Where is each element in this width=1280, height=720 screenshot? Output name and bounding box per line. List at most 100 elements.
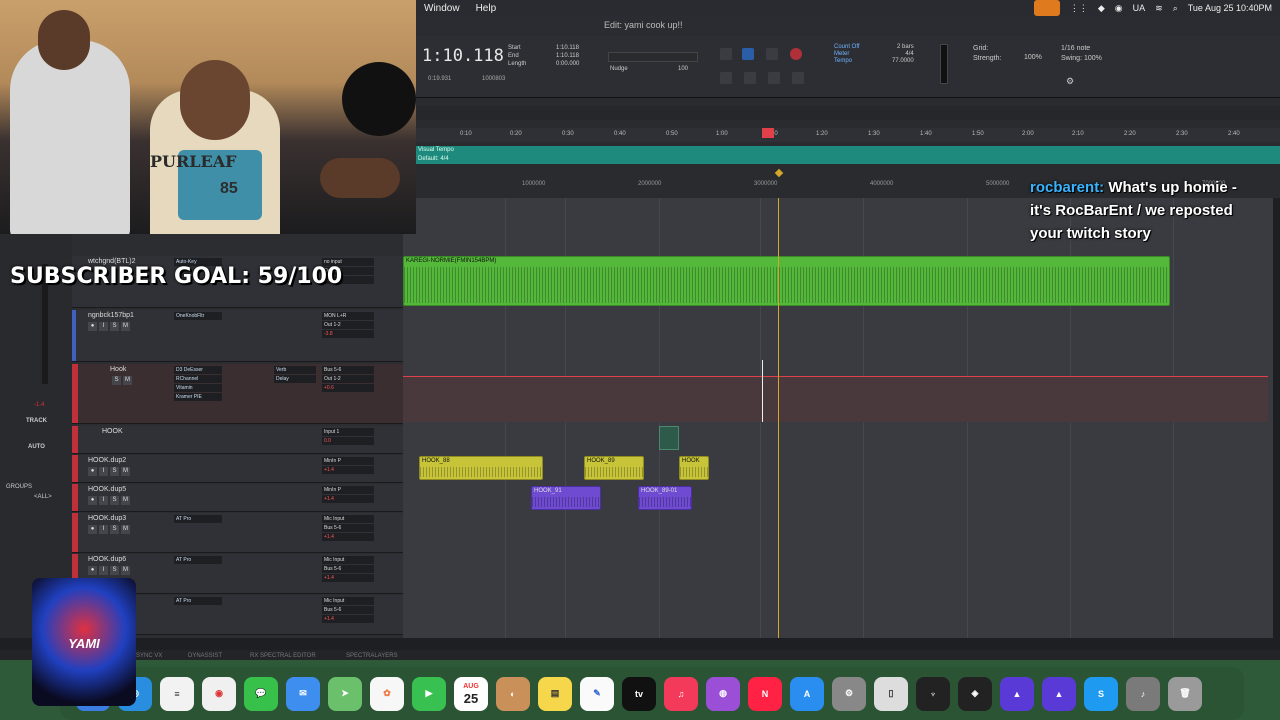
photos-icon[interactable]: ✿ bbox=[370, 676, 404, 711]
news-icon[interactable]: N bbox=[748, 676, 782, 711]
hook-clip[interactable]: HOOK_89 bbox=[584, 456, 644, 480]
music-icon[interactable]: ♫ bbox=[664, 676, 698, 711]
volume-value[interactable]: +0.6 bbox=[322, 384, 374, 392]
output-selector[interactable]: Bus 5-6 bbox=[322, 524, 374, 532]
input-selector[interactable]: MON L+R bbox=[322, 312, 374, 320]
mute-button[interactable]: M bbox=[121, 566, 130, 575]
input-selector[interactable]: Mic Input bbox=[322, 597, 374, 605]
settings-icon[interactable]: ⚙ bbox=[832, 676, 866, 711]
track-row[interactable]: HOOK.dup2 ● I S M MinIn P +1.4 bbox=[72, 455, 403, 483]
solo-button[interactable]: S bbox=[110, 566, 119, 575]
clock[interactable]: Tue Aug 25 10:40PM bbox=[1188, 3, 1272, 13]
volume-value[interactable]: +1.4 bbox=[322, 615, 374, 623]
send-slot[interactable]: Delay bbox=[274, 375, 316, 383]
track-row[interactable]: ngnbck157bp1 ● I S M OneKnobFltr MON L+R Ou… bbox=[72, 310, 403, 362]
plugin-tab[interactable]: RX SPECTRAL EDITOR bbox=[250, 653, 316, 659]
selection-values[interactable]: 1:10.118 1:10.118 0:00.000 bbox=[556, 44, 579, 68]
solo-button[interactable]: S bbox=[110, 525, 119, 534]
start-value[interactable]: 1:10.118 bbox=[556, 44, 579, 52]
io-section[interactable]: Bus 5-6 Out 1-2 +0.6 bbox=[322, 366, 374, 393]
send-slots[interactable]: Verb Delay bbox=[274, 366, 316, 384]
output-selector[interactable]: Out 1-2 bbox=[322, 321, 374, 329]
grid-value[interactable]: 1/16 note bbox=[1061, 44, 1102, 54]
plugin-tab[interactable]: DYNASSIST bbox=[188, 653, 222, 659]
mute-button[interactable]: M bbox=[123, 376, 132, 385]
volume-value[interactable]: 0.0 bbox=[322, 437, 374, 445]
grid-icon[interactable]: ⋮⋮ bbox=[1070, 3, 1088, 14]
meter-label[interactable]: Meter bbox=[834, 51, 860, 58]
count-off-label[interactable]: Count Off bbox=[834, 44, 860, 51]
hook-clip[interactable]: HOOK bbox=[679, 456, 709, 480]
io-section[interactable]: Mic Input Bus 5-6 +1.4 bbox=[322, 515, 374, 542]
insert-slots[interactable]: OneKnobFltr bbox=[174, 312, 222, 321]
small-clip[interactable] bbox=[659, 426, 679, 450]
insert-slots[interactable]: AT Pro bbox=[174, 515, 222, 524]
count-off-values[interactable]: 2 bars 4/4 77.0000 bbox=[892, 44, 914, 65]
chrome-icon[interactable]: ◉ bbox=[202, 676, 236, 711]
mute-button[interactable]: M bbox=[121, 467, 130, 476]
settings-gear-icon[interactable]: ⚙ bbox=[1066, 76, 1074, 87]
track-name[interactable]: Hook bbox=[110, 366, 126, 373]
volume-value[interactable]: +1.4 bbox=[322, 574, 374, 582]
track-row[interactable]: HOOK.dup5 ● I S M MinIn P +1.4 bbox=[72, 484, 403, 512]
output-selector[interactable]: Bus 5-6 bbox=[322, 606, 374, 614]
tv-icon[interactable]: tv bbox=[622, 676, 656, 711]
solo-button[interactable]: S bbox=[112, 376, 121, 385]
end-value[interactable]: 1:10.118 bbox=[556, 52, 579, 60]
volume-value[interactable]: +1.4 bbox=[322, 466, 374, 474]
insert-slots[interactable]: AT Pro bbox=[174, 556, 222, 565]
group-all[interactable]: <ALL> bbox=[34, 494, 52, 500]
output-selector[interactable]: Bus 5-6 bbox=[322, 565, 374, 573]
mute-button[interactable]: M bbox=[121, 525, 130, 534]
swing-value[interactable]: 100% bbox=[1084, 55, 1102, 62]
logic-icon[interactable]: ▲ bbox=[1000, 676, 1034, 711]
input-selector[interactable]: Mic Input bbox=[322, 515, 374, 523]
record-button[interactable]: ● bbox=[88, 525, 97, 534]
mail-icon[interactable]: ✉ bbox=[286, 676, 320, 711]
nudge-grid-box[interactable] bbox=[608, 52, 698, 62]
search-icon[interactable]: ⌕ bbox=[1173, 3, 1178, 14]
track-row-selected[interactable]: Hook SM D3 DeEsser RChannel Vitamin Kram… bbox=[72, 364, 403, 424]
record-button[interactable]: ● bbox=[88, 467, 97, 476]
hook-clip-purple[interactable]: HOOK_89-01 bbox=[638, 486, 692, 510]
cursor-marker[interactable] bbox=[774, 168, 784, 178]
freeform-icon[interactable]: ✎ bbox=[580, 676, 614, 711]
volume-value[interactable]: +1.4 bbox=[322, 533, 374, 541]
record-button[interactable]: ● bbox=[88, 322, 97, 331]
send-slot[interactable]: Verb bbox=[274, 366, 316, 374]
insert-slots[interactable]: D3 DeEsser RChannel Vitamin Kramer PIE bbox=[174, 366, 222, 402]
length-value[interactable]: 0:00.000 bbox=[556, 60, 579, 68]
strength-value[interactable]: 100% bbox=[1024, 54, 1042, 61]
hook-clip-purple[interactable]: HOOK_91 bbox=[531, 486, 601, 510]
record-button[interactable]: ● bbox=[88, 496, 97, 505]
playhead-marker[interactable] bbox=[762, 128, 774, 138]
record-button[interactable]: ● bbox=[88, 566, 97, 575]
insert-slot[interactable]: AT Pro bbox=[174, 556, 222, 564]
io-section[interactable]: MON L+R Out 1-2 -3.8 bbox=[322, 312, 374, 339]
contacts-icon[interactable]: ◐ bbox=[496, 676, 530, 711]
menu-window[interactable]: Window bbox=[424, 3, 460, 14]
io-section[interactable]: Mic Input Bus 5-6 +1.4 bbox=[322, 556, 374, 583]
edit-window[interactable]: KAREGI-NORMIE(FMIN154BPM) HOOK_88 HOOK_8… bbox=[403, 198, 1273, 638]
music-folder-icon[interactable]: ♪ bbox=[1126, 676, 1160, 711]
hook-clip[interactable]: HOOK_88 bbox=[419, 456, 543, 480]
io-section[interactable]: MinIn P +1.4 bbox=[322, 486, 374, 504]
main-counter[interactable]: 1:10.118 bbox=[422, 46, 504, 66]
input-selector[interactable]: MinIn P bbox=[322, 486, 374, 494]
solo-button[interactable]: S bbox=[110, 496, 119, 505]
solo-button[interactable]: S bbox=[110, 467, 119, 476]
track-name[interactable]: HOOK.dup6 bbox=[88, 556, 126, 563]
track-name[interactable]: HOOK.dup5 bbox=[88, 486, 126, 493]
input-selector[interactable]: Bus 5-6 bbox=[322, 366, 374, 374]
ua-label[interactable]: UA bbox=[1133, 3, 1146, 13]
track-name[interactable]: HOOK.dup3 bbox=[88, 515, 126, 522]
appstore-icon[interactable]: A bbox=[790, 676, 824, 711]
display-icon[interactable]: ◆ bbox=[1098, 3, 1105, 14]
insert-slot[interactable]: RChannel bbox=[174, 375, 222, 383]
tempo-ruler[interactable]: Visual Tempo Default: 4/4 bbox=[416, 146, 1280, 164]
grid-values[interactable]: 1/16 note Swing: 100% bbox=[1061, 44, 1102, 64]
input-selector[interactable]: Input 1 bbox=[322, 428, 374, 436]
volume-value[interactable]: -3.8 bbox=[322, 330, 374, 338]
io-section[interactable]: Mic Input Bus 5-6 +1.4 bbox=[322, 597, 374, 624]
siri-icon[interactable]: ◉ bbox=[1115, 3, 1123, 14]
